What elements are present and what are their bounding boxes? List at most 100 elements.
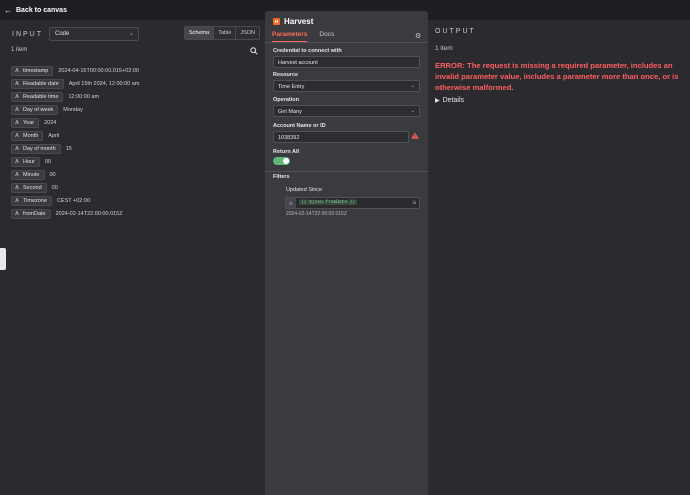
schema-field-list: Atimestamp 2024-04-15T00:00:00.015+02:00…	[11, 64, 139, 220]
return-all-toggle[interactable]	[273, 157, 290, 165]
field-pill-minute[interactable]: A Minute	[11, 169, 45, 180]
details-label: Details	[442, 97, 465, 104]
field-name: fromDate	[22, 210, 46, 217]
string-type-icon: A	[15, 119, 19, 126]
output-item-count: 1 item	[435, 45, 453, 52]
node-title[interactable]: Harvest	[284, 17, 313, 26]
input-source-select[interactable]: Code ⌄	[49, 27, 139, 41]
back-to-canvas-link[interactable]: ← Back to canvas	[4, 6, 67, 15]
credential-label: Credential to connect with	[273, 48, 342, 54]
updated-since-expression-input[interactable]: fx {{ $json.fromDate }} ⇲	[285, 197, 420, 209]
field-value: 2024-04-15T00:00:00.015+02:00	[58, 67, 139, 74]
tab-docs[interactable]: Docs	[319, 31, 334, 42]
field-pill-fromdate[interactable]: AfromDate	[11, 208, 51, 219]
field-value: CEST +02:00	[56, 197, 91, 204]
account-input[interactable]: 1038392	[273, 131, 409, 143]
field-pill-readable-time[interactable]: A Readable time	[11, 91, 64, 102]
field-value: 12:00:00 am	[68, 93, 100, 100]
input-item-count: 1 item	[11, 47, 28, 53]
string-type-icon: A	[15, 93, 19, 100]
toggle-knob	[283, 158, 289, 164]
string-type-icon: A	[15, 171, 19, 178]
field-name: Hour	[22, 158, 35, 165]
filters-divider	[265, 171, 428, 172]
field-value: April 15th 2024, 12:00:00 am	[68, 80, 140, 87]
string-type-icon: A	[15, 210, 19, 217]
string-type-icon: A	[15, 197, 19, 204]
chevron-right-icon: ▶	[435, 98, 440, 104]
field-name: Second	[22, 184, 42, 191]
tab-parameters[interactable]: Parameters	[272, 31, 308, 42]
field-value: April	[48, 132, 60, 139]
search-icon[interactable]	[250, 47, 258, 55]
field-value: 2024-02-14T22:00:00.015Z	[55, 210, 123, 217]
schema-field-row: A Day of week Monday	[11, 103, 139, 116]
field-pill-month[interactable]: A Month	[11, 130, 44, 141]
account-label: Account Name or ID	[273, 123, 326, 129]
expression-code: {{ $json.fromDate }}	[299, 200, 358, 205]
warning-icon	[411, 132, 419, 139]
field-pill-timestamp[interactable]: Atimestamp	[11, 65, 54, 76]
gear-icon[interactable]: ⚙	[415, 32, 421, 40]
field-name: Readable time	[22, 93, 59, 100]
error-details-toggle[interactable]: ▶ Details	[435, 97, 464, 104]
string-type-icon: A	[15, 184, 19, 191]
account-value: 1038392	[278, 135, 300, 141]
field-value: Monday	[63, 106, 83, 113]
field-name: timestamp	[22, 67, 49, 74]
operation-select[interactable]: Get Many ⌄	[273, 105, 420, 117]
field-name: Minute	[22, 171, 40, 178]
left-panel-resize-handle[interactable]	[0, 248, 6, 270]
view-toggle: Schema Table JSON	[184, 26, 261, 40]
field-pill-second[interactable]: A Second	[11, 182, 47, 193]
error-message: ERROR: The request is missing a required…	[435, 61, 679, 92]
field-pill-year[interactable]: A Year	[11, 117, 40, 128]
field-pill-day-of-month[interactable]: A Day of month	[11, 143, 61, 154]
schema-field-row: AfromDate 2024-02-14T22:00:00.015Z	[11, 207, 139, 220]
view-json-button[interactable]: JSON	[236, 27, 260, 39]
resource-select[interactable]: Time Entry ⌄	[273, 80, 420, 92]
field-value: 00	[44, 158, 52, 165]
filters-label: Filters	[273, 174, 290, 180]
output-panel: OUTPUT 1 item ERROR: The request is miss…	[428, 20, 690, 495]
resource-label: Resource	[273, 72, 299, 78]
schema-field-row: A Readable date April 15th 2024, 12:00:00…	[11, 77, 139, 90]
expression-fx-icon: fx	[286, 198, 296, 208]
chevron-down-icon: ⌄	[128, 31, 134, 37]
field-value: 2024	[44, 119, 57, 126]
field-pill-hour[interactable]: A Hour	[11, 156, 40, 167]
input-panel: INPUT Code ⌄ Schema Table JSON 1 item At…	[2, 20, 264, 495]
node-tabs: Parameters Docs	[272, 31, 334, 42]
node-header: H Harvest	[273, 17, 313, 26]
field-pill-readable-date[interactable]: A Readable date	[11, 78, 64, 89]
output-title: OUTPUT	[435, 28, 476, 35]
field-pill-timezone[interactable]: A Timezone	[11, 195, 52, 206]
node-settings-panel: H Harvest Parameters Docs ⚙ Credential t…	[265, 11, 428, 495]
view-schema-button[interactable]: Schema	[185, 27, 215, 39]
operation-value: Get Many	[278, 109, 302, 115]
string-type-icon: A	[15, 67, 19, 74]
schema-field-row: A Day of month 15	[11, 142, 139, 155]
field-name: Day of week	[22, 106, 54, 113]
expand-expression-icon[interactable]: ⇲	[412, 200, 416, 206]
chevron-down-icon: ⌄	[410, 83, 415, 89]
updated-since-label: Updated Since	[286, 187, 323, 193]
schema-field-row: A Hour 00	[11, 155, 139, 168]
credential-value: Harvest account	[278, 60, 318, 66]
field-pill-day-of-week[interactable]: A Day of week	[11, 104, 59, 115]
schema-field-row: A Month April	[11, 129, 139, 142]
string-type-icon: A	[15, 132, 19, 139]
expression-result: 2024-02-14T22:00:00.015Z	[286, 211, 347, 217]
credential-select[interactable]: Harvest account	[273, 56, 420, 68]
schema-field-row: A Minute 00	[11, 168, 139, 181]
field-value: 00	[49, 171, 56, 178]
back-to-canvas-label: Back to canvas	[16, 6, 67, 14]
field-name: Readable date	[22, 80, 59, 87]
return-all-label: Return All	[273, 149, 300, 155]
string-type-icon: A	[15, 80, 19, 87]
operation-label: Operation	[273, 97, 299, 103]
view-table-button[interactable]: Table	[214, 27, 237, 39]
string-type-icon: A	[15, 106, 19, 113]
schema-field-row: A Year 2024	[11, 116, 139, 129]
chevron-down-icon: ⌄	[410, 108, 415, 114]
